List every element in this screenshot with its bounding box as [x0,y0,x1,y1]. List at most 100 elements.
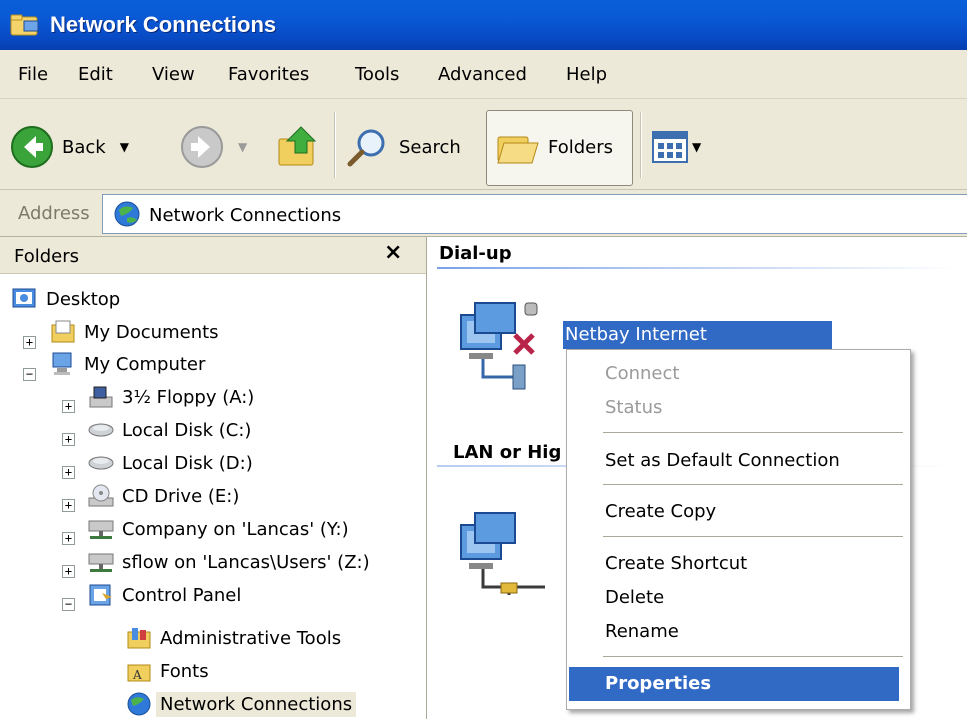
back-dropdown-icon[interactable]: ▼ [120,140,129,154]
tree-item-my-computer[interactable]: My Computer [50,349,205,379]
administrative-tools-icon [127,628,151,649]
menu-view[interactable]: View [152,64,195,85]
menu-edit[interactable]: Edit [78,64,113,85]
address-value: Network Connections [149,205,342,226]
tree-item-cd-drive-e[interactable]: CD Drive (E:) [88,481,239,511]
desktop-icon [12,288,36,308]
menu-item-status[interactable]: Status [605,397,662,418]
dialup-connection-icon[interactable] [455,295,555,395]
menu-advanced[interactable]: Advanced [438,64,527,85]
selected-connection-label[interactable]: Netbay Internet [563,321,832,349]
menu-file[interactable]: File [18,64,48,85]
tree-label: Local Disk (D:) [122,452,253,474]
expand-icon[interactable]: + [62,433,75,446]
fonts-folder-icon: A [127,664,151,682]
tree-item-my-documents[interactable]: My Documents [50,317,219,347]
tree-item-control-panel[interactable]: Control Panel [88,580,241,610]
toolbar [0,99,967,190]
up-folder-button[interactable] [275,123,323,171]
tree-item-floppy-a[interactable]: 3½ Floppy (A:) [88,382,254,412]
title-bar[interactable]: Network Connections [0,0,967,50]
menu-help[interactable]: Help [566,64,607,85]
network-connections-icon [114,201,140,227]
group-header-dialup: Dial-up [439,243,512,264]
cd-drive-icon [88,484,114,507]
views-dropdown-icon[interactable]: ▼ [692,140,701,154]
close-icon[interactable]: × [384,240,402,265]
expand-icon[interactable]: + [62,466,75,479]
expand-icon[interactable]: + [62,499,75,512]
views-icon [652,131,688,163]
menu-item-create-shortcut[interactable]: Create Shortcut [605,553,747,574]
collapse-icon[interactable]: − [23,368,36,381]
folders-pane: Folders × Desktop + My Documents − My Co… [0,237,427,719]
address-bar: Address Network Connections [0,190,967,237]
menu-item-rename[interactable]: Rename [605,621,679,642]
menu-item-create-copy[interactable]: Create Copy [605,501,716,522]
menu-tools[interactable]: Tools [355,64,399,85]
back-label: Back [62,136,106,158]
tree-label: Local Disk (C:) [122,419,252,441]
menu-bar: File Edit View Favorites Tools Advanced … [0,50,967,99]
folders-label: Folders [548,136,614,158]
forward-button[interactable]: ▼ [180,125,247,169]
tree-label: Fonts [160,660,209,682]
hard-disk-icon [88,456,114,470]
tree-label: CD Drive (E:) [122,485,240,507]
control-panel-icon [89,584,112,606]
tree-item-desktop[interactable]: Desktop [12,284,120,314]
up-folder-icon [278,126,317,166]
tree-label: Control Panel [122,584,242,606]
my-computer-icon [52,352,72,375]
folders-icon [497,136,539,164]
search-icon [347,129,385,167]
tree-item-administrative-tools[interactable]: Administrative Tools [126,623,341,653]
my-documents-icon [51,320,75,343]
expand-icon[interactable]: + [62,400,75,413]
address-input[interactable]: Network Connections [102,194,967,234]
views-button[interactable]: ▼ [652,131,701,163]
tree-label: sflow on 'Lancas\Users' (Z:) [122,551,370,573]
menu-item-properties[interactable]: Properties [605,673,711,694]
expand-icon[interactable]: + [23,336,36,349]
expand-icon[interactable]: + [62,565,75,578]
network-drive-icon [88,553,114,572]
lan-connection-icon[interactable] [455,505,555,605]
back-arrow-icon [11,126,53,168]
tree-item-local-disk-d[interactable]: Local Disk (D:) [88,448,253,478]
menu-favorites[interactable]: Favorites [228,64,309,85]
menu-item-connect[interactable]: Connect [605,363,679,384]
forward-arrow-icon [181,126,223,168]
back-button[interactable]: Back ▼ [10,125,129,169]
tree-item-fonts[interactable]: A Fonts [126,656,209,686]
network-folder-icon [10,14,39,36]
folders-button[interactable]: Folders [496,127,613,167]
menu-item-delete[interactable]: Delete [605,587,664,608]
tree-item-network-connections[interactable]: Network Connections [126,689,357,719]
collapse-icon[interactable]: − [62,598,75,611]
svg-text:A: A [132,668,142,682]
tree-label: 3½ Floppy (A:) [122,386,255,408]
tree-item-local-disk-c[interactable]: Local Disk (C:) [88,415,251,445]
tree-label: Company on 'Lancas' (Y:) [122,518,349,540]
search-button[interactable]: Search [345,127,461,167]
tree-label: My Computer [84,353,206,375]
tree-item-network-drive-z[interactable]: sflow on 'Lancas\Users' (Z:) [88,547,370,577]
expand-icon[interactable]: + [62,532,75,545]
network-drive-icon [88,520,114,539]
group-header-lan: LAN or Hig [453,442,562,463]
menu-item-set-default[interactable]: Set as Default Connection [605,450,840,471]
window-title: Network Connections [50,12,277,37]
hard-disk-icon [88,423,114,437]
tree-label: Desktop [46,288,121,310]
folders-pane-header: Folders × [0,237,426,274]
connection-name: Netbay Internet [565,324,707,345]
address-label: Address [18,203,90,224]
forward-dropdown-icon[interactable]: ▼ [238,140,247,154]
tree-item-network-drive-y[interactable]: Company on 'Lancas' (Y:) [88,514,349,544]
menu-separator [603,432,903,433]
menu-separator [603,656,903,657]
context-menu: Connect Status Set as Default Connection… [566,349,911,710]
group-divider [437,267,957,269]
menu-separator [603,536,903,537]
